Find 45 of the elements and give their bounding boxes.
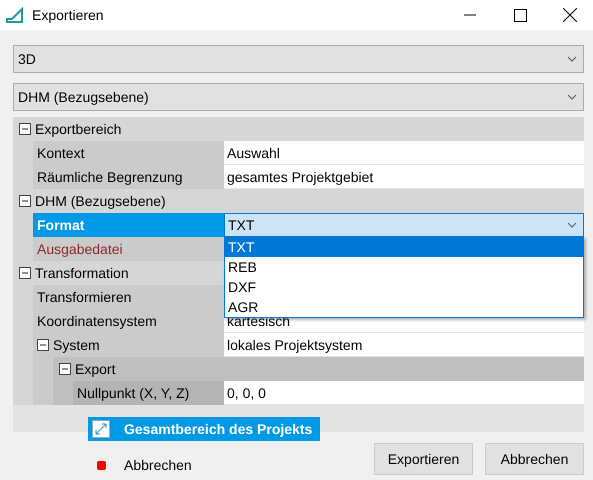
dropdown-option[interactable]: REB xyxy=(225,257,583,277)
minimize-icon xyxy=(464,14,476,16)
category-row[interactable]: Export xyxy=(53,357,584,381)
chevron-down-icon xyxy=(567,56,577,62)
maximize-icon xyxy=(514,8,526,22)
close-icon xyxy=(563,8,577,22)
dialog-button[interactable]: Abbrechen xyxy=(485,443,584,475)
value-text: Auswahl xyxy=(227,144,281,160)
category-label: Export xyxy=(75,361,116,377)
menu-item[interactable]: Abbrechen xyxy=(88,453,320,477)
dropdown-option[interactable]: DXF xyxy=(225,277,583,297)
collapse-icon[interactable] xyxy=(37,339,49,351)
dialog-button[interactable]: Exportieren xyxy=(374,443,473,475)
value-text: 0, 0, 0 xyxy=(227,384,267,400)
collapse-icon[interactable] xyxy=(59,363,71,375)
chevron-down-icon xyxy=(567,222,577,228)
property-label[interactable]: Transformieren xyxy=(33,285,224,309)
property-label[interactable]: Ausgabedatei xyxy=(33,237,224,261)
dropdown-option[interactable]: AGR xyxy=(225,297,583,317)
property-label[interactable]: Koordinatensystem xyxy=(33,309,224,333)
property-label[interactable]: Räumliche Begrenzung xyxy=(33,165,224,189)
dropdown-option[interactable]: TXT xyxy=(225,237,583,257)
combo-box[interactable]: 3D xyxy=(13,45,584,73)
collapse-icon[interactable] xyxy=(19,123,31,135)
category-row[interactable]: Exportbereich xyxy=(13,117,584,141)
property-value[interactable]: gesamtes Projektgebiet xyxy=(224,165,584,189)
category-label: DHM (Bezugsebene) xyxy=(35,193,166,209)
value-text: gesamtes Projektgebiet xyxy=(227,168,374,184)
property-value[interactable]: 0, 0, 0 xyxy=(224,381,584,405)
property-value[interactable]: Auswahl xyxy=(224,141,584,165)
category-row[interactable]: DHM (Bezugsebene) xyxy=(13,189,584,213)
property-label[interactable]: Kontext xyxy=(33,141,224,165)
property-label[interactable]: System xyxy=(33,333,224,357)
value-text: lokales Projektsystem xyxy=(227,336,364,352)
collapse-icon[interactable] xyxy=(19,267,31,279)
category-label: Transformation xyxy=(35,265,129,281)
app-logo-icon xyxy=(6,7,24,23)
window-title: Exportieren xyxy=(32,7,104,23)
property-value[interactable]: lokales Projektsystem xyxy=(224,333,584,357)
value-text: TXT xyxy=(228,217,256,233)
property-label[interactable]: Nullpunkt (X, Y, Z) xyxy=(73,381,224,405)
collapse-icon[interactable] xyxy=(19,195,31,207)
category-label: Exportbereich xyxy=(35,121,122,137)
chevron-down-icon xyxy=(567,94,577,100)
combo-box[interactable]: DHM (Bezugsebene) xyxy=(13,83,584,111)
